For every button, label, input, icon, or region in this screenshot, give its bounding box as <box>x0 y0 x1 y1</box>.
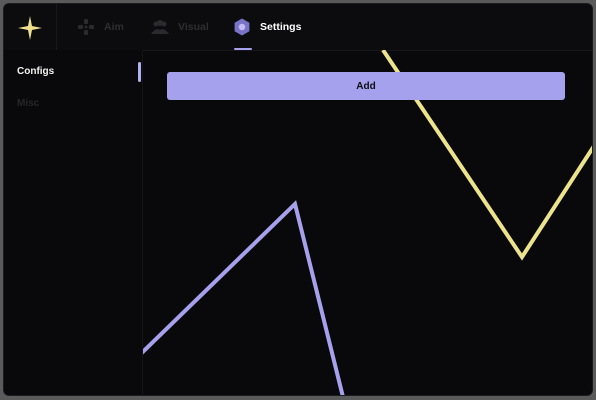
tab-aim[interactable]: Aim <box>76 4 124 50</box>
sidebar-item-label: Configs <box>17 66 55 77</box>
people-icon <box>151 20 169 34</box>
sidebar-scroll-indicator[interactable] <box>138 62 141 82</box>
tab-visual[interactable]: Visual <box>150 4 209 50</box>
sidebar-item-label: Misc <box>17 98 40 109</box>
background-decoration <box>143 50 592 395</box>
tab-visual-label: Visual <box>178 21 209 33</box>
tab-aim-label: Aim <box>104 21 124 33</box>
tab-settings-label: Settings <box>260 21 302 33</box>
gear-icon <box>234 18 250 36</box>
crosshair-dpad-icon <box>78 19 94 35</box>
add-button[interactable]: Add <box>167 72 565 100</box>
sidebar: Configs Misc <box>4 50 143 395</box>
purple-zigzag-line <box>143 200 345 395</box>
main-content: Add <box>143 50 592 395</box>
tab-settings[interactable]: Settings <box>232 4 301 50</box>
logo-divider <box>56 4 57 50</box>
top-nav-bar: Aim Visual Settings <box>4 4 592 51</box>
app-window: Aim Visual Settings Configs Misc Add <box>3 3 593 396</box>
four-point-star-icon <box>18 16 42 40</box>
sidebar-item-misc[interactable]: Misc <box>17 98 39 109</box>
sidebar-item-configs[interactable]: Configs <box>17 66 54 77</box>
